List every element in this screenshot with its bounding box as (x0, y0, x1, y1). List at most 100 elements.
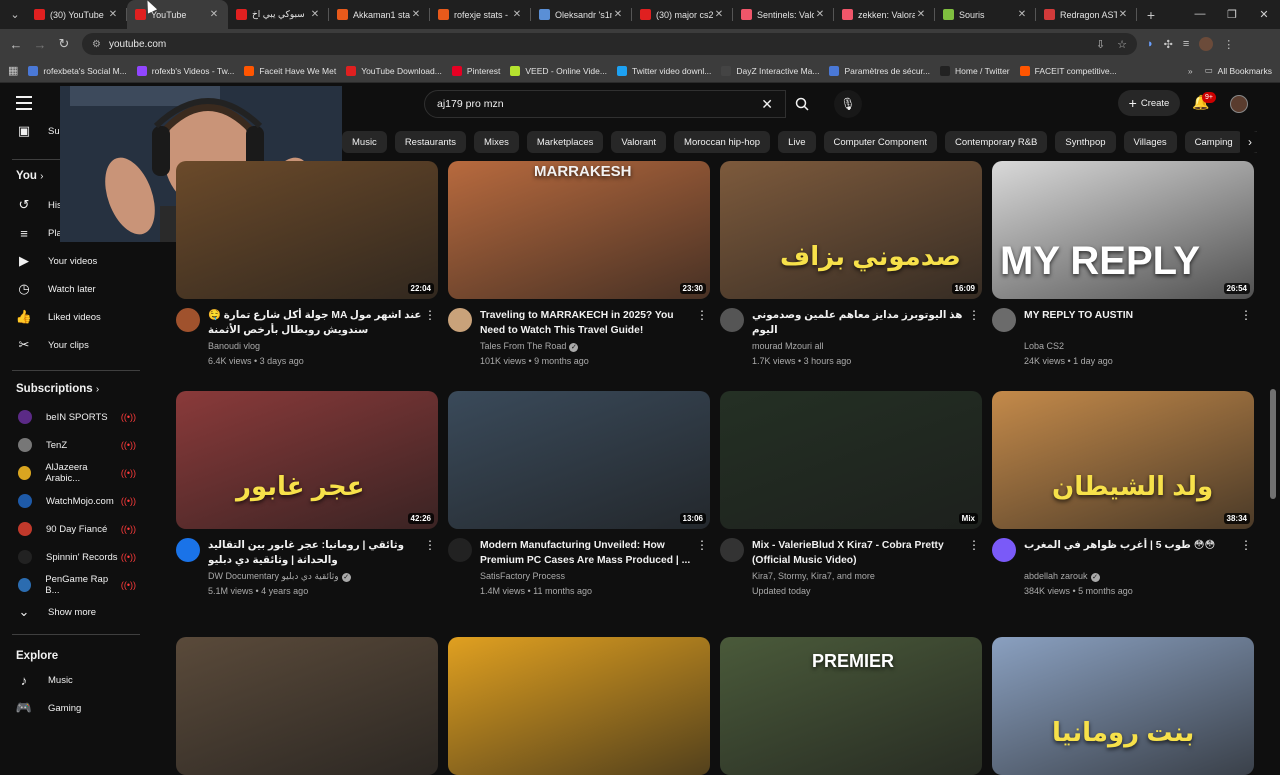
new-tab-button[interactable]: + (1137, 7, 1165, 23)
more-actions-icon[interactable]: ⋮ (696, 538, 708, 552)
filter-chip[interactable]: Mixes (474, 131, 519, 153)
channel-avatar[interactable] (176, 308, 200, 332)
sidebar-item-watch-later[interactable]: ◷ Watch later (0, 275, 152, 303)
more-actions-icon[interactable]: ⋮ (1240, 308, 1252, 322)
browser-tab[interactable]: (30) YouTube ✕ (26, 0, 127, 29)
tab-close-icon[interactable]: ✕ (1016, 9, 1028, 20)
bookmark-item[interactable]: Twitter video downl... (616, 65, 711, 76)
video-title[interactable]: وثائقي | رومانيا: عجر غابور بين التقاليد… (208, 538, 422, 568)
video-thumbnail[interactable]: 13:06 (448, 391, 710, 529)
tab-close-icon[interactable]: ✕ (915, 9, 927, 20)
voice-search-button[interactable]: 🎙 (834, 90, 862, 118)
browser-tab[interactable]: zekken: Valora ✕ (834, 0, 935, 29)
filter-chip[interactable]: Music (342, 131, 387, 153)
channel-avatar[interactable] (720, 538, 744, 562)
video-title[interactable]: Traveling to MARRAKECH in 2025? You Need… (480, 308, 694, 338)
install-app-icon[interactable]: ⇩ (1096, 38, 1105, 51)
video-thumbnail[interactable]: PREMIER (720, 637, 982, 775)
channel-name[interactable]: mourad Mzouri all (752, 341, 966, 351)
video-title[interactable]: MY REPLY TO AUSTIN (1024, 308, 1238, 323)
bookmark-item[interactable]: rofexbeta's Social M... (28, 65, 127, 76)
filter-chip[interactable]: Villages (1123, 131, 1177, 153)
video-title[interactable]: 🤤 جولة أكل شارع تمارة MA عند اشهر مول سن… (208, 308, 422, 338)
page-scrollbar[interactable] (1270, 389, 1276, 499)
video-thumbnail[interactable] (176, 637, 438, 775)
profile-avatar[interactable] (1199, 37, 1214, 51)
video-thumbnail[interactable]: عجر غابور 42:26 (176, 391, 438, 529)
tab-close-icon[interactable]: ✕ (1117, 9, 1129, 20)
channel-avatar[interactable] (992, 538, 1016, 562)
filter-chip[interactable]: Camping (1184, 131, 1243, 153)
subscription-item[interactable]: beIN SPORTS ((•)) (0, 403, 152, 431)
more-actions-icon[interactable]: ⋮ (696, 308, 708, 322)
clear-search-icon[interactable]: ✕ (761, 96, 773, 113)
tab-close-icon[interactable]: ✕ (814, 9, 826, 20)
subscription-item[interactable]: AlJazeera Arabic... ((•)) (0, 459, 152, 487)
sidebar-item-music[interactable]: ♪ Music (0, 666, 152, 694)
browser-tab[interactable]: YouTube ✕ (127, 0, 228, 29)
browser-tab[interactable]: rofexje stats - ✕ (430, 0, 531, 29)
browser-tab[interactable]: سبوكي يبي اخ ✕ (228, 0, 329, 29)
tab-close-icon[interactable]: ✕ (309, 9, 321, 20)
filter-chip[interactable]: Computer Component (823, 131, 937, 153)
back-icon[interactable]: ← (4, 37, 28, 52)
bookmark-item[interactable]: YouTube Download... (346, 65, 442, 76)
channel-avatar[interactable] (992, 308, 1016, 332)
account-avatar[interactable] (1230, 95, 1248, 113)
tab-close-icon[interactable]: ✕ (410, 9, 422, 20)
filter-chip[interactable]: Synthpop (1055, 131, 1116, 153)
video-thumbnail[interactable]: ولد الشيطان 38:34 (992, 391, 1254, 529)
bookmark-item[interactable]: rofexb's Videos - Tw... (136, 65, 234, 76)
close-window-icon[interactable]: ✕ (1248, 8, 1280, 21)
media-icon[interactable]: ≡ (1183, 38, 1189, 50)
puzzle-icon[interactable]: ✣ (1164, 38, 1173, 51)
site-info-icon[interactable]: ⚙ (92, 39, 101, 50)
channel-avatar[interactable] (176, 538, 200, 562)
video-thumbnail[interactable]: Mix (720, 391, 982, 529)
show-more-button[interactable]: ⌄ Show more (0, 598, 152, 626)
more-actions-icon[interactable]: ⋮ (968, 308, 980, 322)
filter-chip[interactable]: Contemporary R&B (945, 131, 1048, 153)
tab-close-icon[interactable]: ✕ (713, 9, 725, 20)
video-thumbnail[interactable]: صدموني بزاف 16:09 (720, 161, 982, 299)
url-field[interactable]: ⚙ youtube.com ⇩ ☆ (82, 33, 1137, 55)
browser-tab[interactable]: Souris ✕ (935, 0, 1036, 29)
tab-close-icon[interactable]: ✕ (208, 9, 220, 20)
create-button[interactable]: + Create (1118, 90, 1180, 116)
sidebar-item-gaming[interactable]: 🎮 Gaming (0, 694, 152, 722)
filter-chip[interactable]: Live (778, 131, 816, 153)
forward-icon[interactable]: → (28, 37, 52, 52)
subscriptions-section-title[interactable]: Subscriptions › (16, 383, 99, 395)
subscription-item[interactable]: TenZ ((•)) (0, 431, 152, 459)
apps-grid-icon[interactable]: ▦ (8, 64, 18, 77)
extension-icon[interactable]: ◗ (1147, 38, 1154, 50)
bookmark-item[interactable]: Paramètres de sécur... (829, 65, 930, 76)
browser-tab[interactable]: (30) major cs2 ✕ (632, 0, 733, 29)
subscription-item[interactable]: 90 Day Fiancé ((•)) (0, 515, 152, 543)
more-actions-icon[interactable]: ⋮ (424, 308, 436, 322)
more-actions-icon[interactable]: ⋮ (424, 538, 436, 552)
filter-chip[interactable]: Marketplaces (526, 131, 604, 153)
subscription-item[interactable]: WatchMojo.com ((•)) (0, 487, 152, 515)
search-input[interactable]: aj179 pro mzn ✕ (424, 90, 786, 118)
browser-tab[interactable]: Akkaman1 stat ✕ (329, 0, 430, 29)
channel-name[interactable]: DW Documentary وثائقية دي دبليو ✓ (208, 571, 422, 582)
video-thumbnail[interactable]: 22:04 (176, 161, 438, 299)
browser-tab[interactable]: Oleksandr 's1m ✕ (531, 0, 632, 29)
bookmark-item[interactable]: Pinterest (451, 65, 500, 76)
bookmark-item[interactable]: Faceit Have We Met (244, 65, 336, 76)
video-thumbnail[interactable] (448, 637, 710, 775)
reload-icon[interactable]: ↻ (52, 36, 76, 52)
browser-tab[interactable]: Sentinels: Valo ✕ (733, 0, 834, 29)
channel-avatar[interactable] (448, 538, 472, 562)
filter-chip[interactable]: Restaurants (394, 131, 467, 153)
sidebar-item-your-videos[interactable]: ▶ Your videos (0, 247, 152, 275)
bookmark-item[interactable]: FACEIT competitive... (1019, 65, 1117, 76)
tab-search-icon[interactable]: ⌄ (4, 4, 26, 26)
more-actions-icon[interactable]: ⋮ (1240, 538, 1252, 552)
search-button[interactable] (786, 90, 818, 118)
sidebar-item-liked-videos[interactable]: 👍 Liked videos (0, 303, 152, 331)
channel-name[interactable]: SatisFactory Process (480, 571, 694, 581)
video-thumbnail[interactable]: MY REPLY 26:54 (992, 161, 1254, 299)
minimize-icon[interactable]: — (1184, 8, 1216, 21)
